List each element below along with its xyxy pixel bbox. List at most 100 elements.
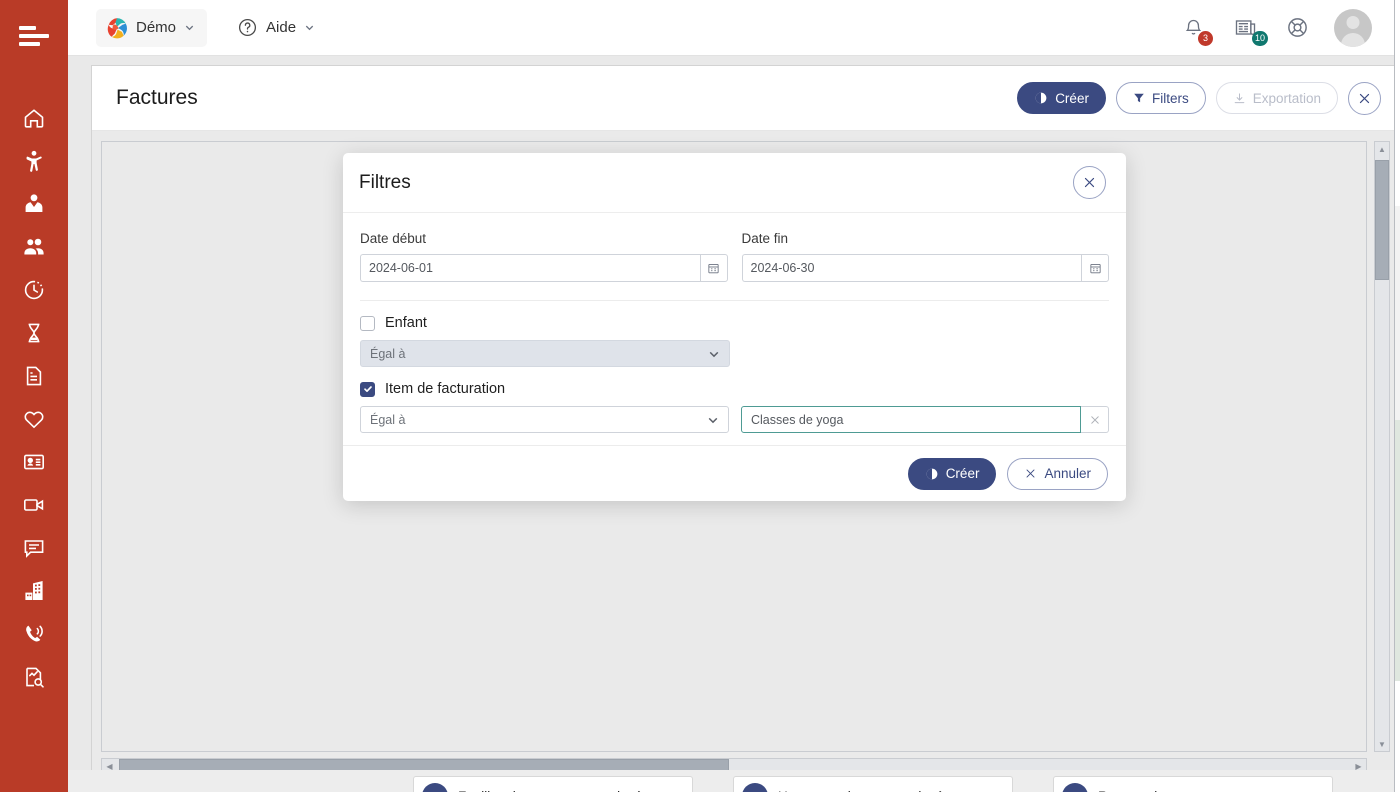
sidebar-item-child[interactable] (0, 139, 68, 182)
sidebar-item-hourglass[interactable] (0, 311, 68, 354)
brand-selector[interactable]: Démo (96, 9, 207, 47)
notifications-badge: 3 (1198, 31, 1213, 46)
export-button[interactable]: Exportation (1216, 82, 1338, 114)
download-icon (1233, 92, 1246, 105)
date-end-input-group (742, 254, 1110, 282)
phone-ringing-icon (22, 622, 46, 646)
dialog-cancel-button[interactable]: Annuler (1007, 458, 1108, 490)
news-button[interactable]: 10 (1230, 13, 1260, 43)
employee-icon (22, 192, 46, 216)
report-tile-label: Rapport des vacances (1098, 789, 1232, 792)
top-bar-actions: 3 10 (1178, 9, 1400, 47)
calendar-icon (707, 262, 720, 275)
sidebar-item-users[interactable] (0, 225, 68, 268)
heart-icon (22, 407, 46, 431)
user-avatar[interactable] (1334, 9, 1372, 47)
filter-checkbox-item-de-facturation[interactable] (360, 382, 375, 397)
vertical-scroll-track[interactable] (1375, 156, 1389, 737)
report-icon (742, 783, 768, 792)
operator-select-enfant[interactable]: Égal à (360, 340, 730, 367)
dialog-submit-button[interactable]: Créer (908, 458, 997, 490)
date-end-calendar-button[interactable] (1081, 254, 1109, 282)
scroll-up-arrow-icon[interactable]: ▲ (1374, 142, 1390, 156)
close-icon (1024, 467, 1037, 480)
sidebar-item-video[interactable] (0, 483, 68, 526)
news-badge: 10 (1252, 31, 1268, 46)
date-start-input-group (360, 254, 728, 282)
filter-value-clear-button[interactable] (1081, 406, 1109, 433)
hourglass-icon (22, 321, 46, 345)
date-start-field: Date début (360, 231, 728, 282)
bottom-report-tiles: Feuilles de temps par employés Heures to… (68, 770, 1400, 792)
avatar-body (1341, 33, 1365, 47)
filter-checkbox-enfant[interactable] (360, 316, 375, 331)
help-menu[interactable]: Aide (231, 9, 321, 47)
filters-dialog: Filtres Date début (343, 153, 1126, 501)
close-icon (1357, 91, 1372, 106)
video-camera-icon (22, 493, 46, 517)
sidebar-item-employee[interactable] (0, 182, 68, 225)
support-button[interactable] (1282, 13, 1312, 43)
date-end-input[interactable] (742, 254, 1082, 282)
sidebar-nav (0, 96, 68, 698)
building-icon (22, 579, 46, 603)
sidebar-item-reports[interactable] (0, 655, 68, 698)
invoice-document-icon (22, 364, 46, 388)
pie-chart-icon (1034, 91, 1048, 105)
filter-controls-item-de-facturation: Égal à (360, 406, 1109, 433)
filter-value-input[interactable] (741, 406, 1081, 433)
clock-icon (22, 278, 46, 302)
sidebar-item-organization[interactable] (0, 569, 68, 612)
filter-row-enfant: Enfant (360, 315, 1109, 331)
background-window-sliver (1394, 0, 1400, 792)
sidebar-item-calls[interactable] (0, 612, 68, 655)
notifications-button[interactable]: 3 (1178, 13, 1208, 43)
vertical-scrollbar[interactable]: ▲ ▼ (1374, 141, 1390, 752)
sidebar-item-health[interactable] (0, 397, 68, 440)
chevron-down-icon (708, 348, 720, 360)
filter-value-group (741, 406, 1109, 433)
brand-label: Démo (136, 19, 176, 36)
filter-controls-enfant: Égal à (360, 340, 1109, 367)
help-label: Aide (266, 19, 296, 36)
page-header-actions: Créer Filters Exportation (1017, 82, 1381, 115)
sidebar-item-invoices[interactable] (0, 354, 68, 397)
top-bar: Démo Aide 3 (68, 0, 1400, 56)
dialog-close-button[interactable] (1073, 166, 1106, 199)
filter-label-item-de-facturation: Item de facturation (385, 381, 505, 397)
sidebar-item-id-card[interactable] (0, 440, 68, 483)
sidebar-item-messages[interactable] (0, 526, 68, 569)
filters-button[interactable]: Filters (1116, 82, 1206, 114)
dialog-cancel-label: Annuler (1044, 466, 1091, 481)
report-icon (1062, 783, 1088, 792)
dialog-title: Filtres (359, 172, 411, 194)
calendar-icon (1089, 262, 1102, 275)
hamburger-menu-icon[interactable] (0, 0, 68, 72)
create-button[interactable]: Créer (1017, 82, 1106, 114)
page-header: Factures Créer Filters (92, 66, 1395, 131)
chevron-down-icon (707, 414, 719, 426)
export-button-label: Exportation (1253, 91, 1321, 106)
app-root: Démo Aide 3 (0, 0, 1400, 792)
lifebuoy-icon (1286, 16, 1309, 39)
create-button-label: Créer (1055, 91, 1089, 106)
filters-button-label: Filters (1152, 91, 1189, 106)
date-start-input[interactable] (360, 254, 700, 282)
sidebar-item-time[interactable] (0, 268, 68, 311)
scroll-down-arrow-icon[interactable]: ▼ (1374, 737, 1390, 751)
date-start-label: Date début (360, 231, 728, 246)
report-tile[interactable]: Feuilles de temps par employés (413, 776, 693, 792)
operator-select-item-value: Égal à (370, 413, 405, 427)
report-tile[interactable]: Rapport des vacances (1053, 776, 1333, 792)
vertical-scroll-thumb[interactable] (1375, 160, 1389, 280)
report-tile[interactable]: Heures totales par employés (733, 776, 1013, 792)
page-title: Factures (116, 86, 198, 110)
sidebar-item-home[interactable] (0, 96, 68, 139)
page-close-button[interactable] (1348, 82, 1381, 115)
operator-select-item-de-facturation[interactable]: Égal à (360, 406, 729, 433)
date-start-calendar-button[interactable] (700, 254, 728, 282)
date-range-row: Date début Date fin (360, 231, 1109, 282)
home-icon (22, 106, 46, 130)
date-end-label: Date fin (742, 231, 1110, 246)
dialog-footer: Créer Annuler (343, 445, 1126, 501)
